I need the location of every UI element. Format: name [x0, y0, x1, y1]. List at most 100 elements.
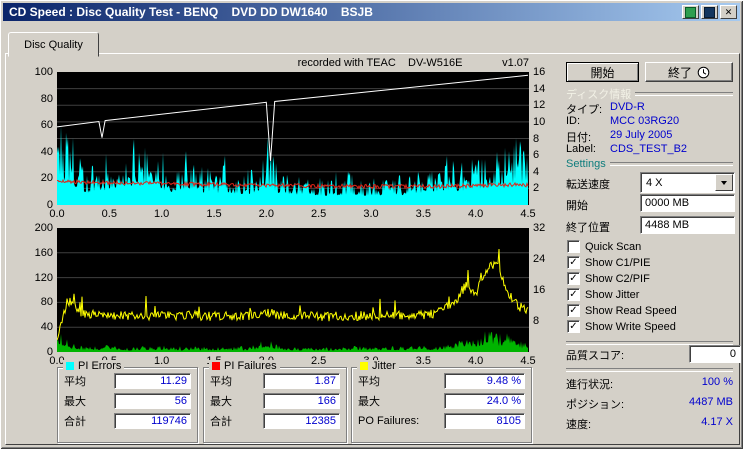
disc-id-value: MCC 03RG20: [610, 115, 680, 127]
checkbox-show-c2-pif[interactable]: ✓ Show C2/PIF: [567, 272, 650, 285]
stat-box-pi-errors: PI Errors 平均 11.29 最大 56 合計 119746: [57, 360, 198, 443]
status-position: ポジション: 4487 MB: [566, 396, 733, 412]
stat-value: 24.0 %: [444, 392, 525, 409]
stat-box-caption: Jitter: [357, 360, 399, 372]
checkbox-box[interactable]: ✓: [567, 320, 580, 333]
quality-score-value: 0: [689, 345, 741, 363]
checkbox-box[interactable]: [567, 240, 580, 253]
stat-label: PO Failures:: [358, 414, 420, 427]
close-icon: ✕: [724, 6, 733, 17]
pi-errors-swatch-icon: [66, 362, 74, 370]
checkbox-label: Show Write Speed: [585, 320, 676, 333]
tab-disc-quality[interactable]: Disc Quality: [8, 32, 99, 57]
stat-value: 12385: [263, 412, 340, 429]
disc-label-value: CDS_TEST_B2: [610, 143, 688, 155]
stat-row: 合計 119746: [64, 412, 191, 429]
stat-box-title: Jitter: [372, 360, 396, 372]
stat-box-title: PI Errors: [78, 360, 122, 372]
stat-box-jitter: Jitter 平均 9.48 % 最大 24.0 % PO Failures: 810…: [351, 360, 532, 443]
cd-speed-window: CD Speed : Disc Quality Test - BENQ DVD …: [0, 0, 743, 449]
stat-box-caption: PI Failures: [209, 360, 280, 372]
stat-label: 最大: [64, 395, 86, 408]
checkbox-label: Quick Scan: [585, 240, 642, 253]
checkbox-box[interactable]: ✓: [567, 256, 580, 269]
stat-box-pi-failures: PI Failures 平均 1.87 最大 166 合計 12385: [203, 360, 347, 443]
divider: [609, 162, 733, 166]
pi-failures-swatch-icon: [212, 362, 220, 370]
stat-row: 合計 12385: [210, 412, 340, 429]
start-button[interactable]: 開始: [566, 62, 639, 82]
disc-info-row-label: Label: CDS_TEST_B2: [566, 143, 687, 155]
chevron-down-icon: [721, 180, 727, 185]
speed-selected-value: 4 X: [646, 176, 663, 189]
stat-row: 最大 166: [210, 392, 340, 409]
checkbox-box[interactable]: ✓: [567, 304, 580, 317]
stat-row: 最大 56: [64, 392, 191, 409]
speed-status-value: 4.17 X: [701, 416, 733, 428]
tab-label: Disc Quality: [24, 38, 83, 51]
jitter-swatch-icon: [360, 362, 368, 370]
settings-section-header: Settings: [566, 158, 733, 170]
checkbox-show-c1-pie[interactable]: ✓ Show C1/PIE: [567, 256, 650, 269]
stat-value: 56: [114, 392, 191, 409]
disc-id-label: ID:: [566, 115, 581, 127]
checkbox-label: Show Jitter: [585, 288, 640, 301]
speed-label: 転送速度: [566, 179, 610, 191]
position-value: 4487 MB: [688, 396, 733, 408]
disc-label-label: Label:: [566, 143, 596, 155]
stat-row: 平均 9.48 %: [358, 372, 525, 389]
close-button[interactable]: ✕: [720, 5, 737, 19]
status-speed: 速度: 4.17 X: [566, 416, 733, 432]
progress-value: 100 %: [701, 376, 733, 388]
checkbox-show-read-speed[interactable]: ✓ Show Read Speed: [567, 304, 677, 317]
status-progress: 進行状況: 100 %: [566, 376, 733, 392]
checkbox-show-write-speed[interactable]: ✓ Show Write Speed: [567, 320, 676, 333]
exit-button-label: 終了: [667, 65, 692, 80]
divider: [566, 368, 733, 372]
checkbox-label: Show Read Speed: [585, 304, 677, 317]
stat-box-caption: PI Errors: [63, 360, 125, 372]
progress-label: 進行状況:: [566, 379, 614, 391]
exit-button[interactable]: 終了: [645, 62, 733, 82]
titlebar-dark-icon-button[interactable]: [701, 5, 718, 19]
stat-label: 平均: [210, 375, 232, 388]
stat-value: 119746: [114, 412, 191, 429]
end-position-label: 終了位置: [566, 222, 610, 234]
stat-value: 1.87: [263, 372, 340, 389]
settings-title: Settings: [566, 158, 606, 170]
titlebar[interactable]: CD Speed : Disc Quality Test - BENQ DVD …: [3, 3, 740, 21]
end-position-field[interactable]: 4488 MB: [640, 216, 735, 234]
start-position-label: 開始: [566, 200, 588, 212]
stat-label: 最大: [210, 395, 232, 408]
stat-value: 9.48 %: [444, 372, 525, 389]
start-position-field[interactable]: 0000 MB: [640, 194, 735, 212]
divider: [635, 92, 733, 96]
green-disc-icon: [685, 6, 696, 18]
dropdown-button[interactable]: [715, 174, 733, 191]
speed-select[interactable]: 4 X: [640, 172, 735, 193]
stat-row: 最大 24.0 %: [358, 392, 525, 409]
checkbox-show-jitter[interactable]: ✓ Show Jitter: [567, 288, 639, 301]
stat-label: 平均: [358, 375, 380, 388]
version-text: v1.07: [502, 57, 529, 69]
dark-window-icon: [704, 6, 715, 18]
titlebar-buttons: ✕: [682, 5, 737, 19]
checkbox-box[interactable]: ✓: [567, 288, 580, 301]
stat-row: 平均 11.29: [64, 372, 191, 389]
stat-label: 最大: [358, 395, 380, 408]
stat-label: 合計: [64, 415, 86, 428]
checkbox-box[interactable]: ✓: [567, 272, 580, 285]
checkbox-quick-scan[interactable]: Quick Scan: [567, 240, 641, 253]
quality-score-label: 品質スコア:: [566, 350, 625, 362]
disc-info-title: ディスク情報: [566, 89, 632, 101]
stat-label: 平均: [64, 375, 86, 388]
stat-value: 166: [263, 392, 340, 409]
window-title: CD Speed : Disc Quality Test - BENQ DVD …: [9, 5, 373, 19]
stat-label: 合計: [210, 415, 232, 428]
stat-value: 8105: [444, 412, 525, 429]
stat-row: PO Failures: 8105: [358, 412, 525, 429]
titlebar-green-icon-button[interactable]: [682, 5, 699, 19]
stat-value: 11.29: [114, 372, 191, 389]
clock-icon: [697, 66, 710, 78]
disc-info-section-header: ディスク情報: [566, 86, 733, 102]
